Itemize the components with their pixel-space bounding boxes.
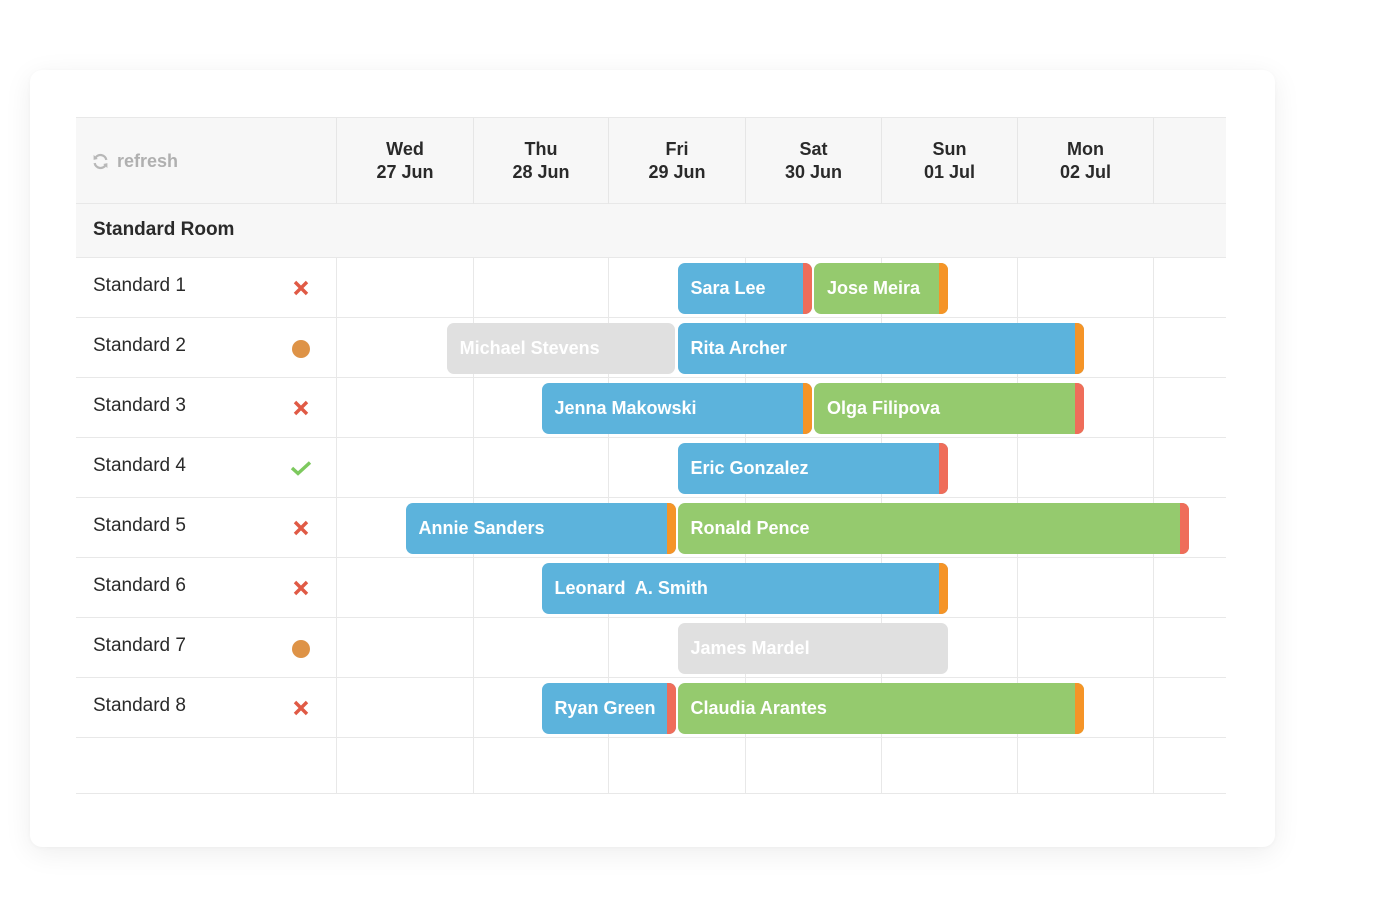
dot-icon[interactable] bbox=[290, 337, 312, 359]
room-row: Standard 4 bbox=[76, 438, 1226, 498]
day-column-header: Thu 28 Jun bbox=[473, 118, 608, 204]
cross-icon[interactable] bbox=[290, 397, 312, 419]
payment-status-marker bbox=[803, 263, 812, 314]
guest-name: Ryan Green bbox=[554, 698, 656, 718]
cross-icon[interactable] bbox=[290, 697, 312, 719]
booking-event[interactable]: Michael Stevens bbox=[446, 323, 676, 374]
day-column-header: Wed 27 Jun bbox=[336, 118, 473, 204]
booking-event[interactable]: Rita Archer bbox=[677, 323, 1084, 374]
day-date: 28 Jun bbox=[512, 162, 570, 182]
booking-event[interactable]: Olga Filipova bbox=[814, 383, 1084, 434]
payment-status-marker bbox=[666, 503, 676, 554]
payment-status-marker bbox=[1075, 383, 1084, 434]
day-of-week: Thu bbox=[524, 139, 558, 159]
room-group-name: Standard Room bbox=[93, 219, 235, 240]
day-column-header: Sat 30 Jun bbox=[745, 118, 881, 204]
day-date: 01 Jul bbox=[923, 162, 976, 182]
booking-event[interactable]: Jose Meira bbox=[814, 263, 948, 314]
cross-icon[interactable] bbox=[290, 577, 312, 599]
guest-name: Sara Lee bbox=[690, 278, 766, 298]
payment-status-marker bbox=[939, 443, 948, 494]
guest-name: Annie Sanders bbox=[418, 518, 545, 538]
room-name[interactable]: Standard 8 bbox=[93, 695, 186, 717]
refresh-label: refresh bbox=[117, 151, 179, 171]
guest-name: Ronald Pence bbox=[690, 518, 810, 538]
guest-name: Rita Archer bbox=[690, 338, 787, 358]
cross-icon[interactable] bbox=[290, 277, 312, 299]
room-name[interactable]: Standard 3 bbox=[93, 395, 186, 417]
booking-event[interactable]: Claudia Arantes bbox=[677, 683, 1084, 734]
day-date: 27 Jun bbox=[376, 162, 434, 182]
day-column-header: Mon 02 Jul bbox=[1017, 118, 1153, 204]
payment-status-marker bbox=[939, 563, 948, 614]
room-name[interactable]: Standard 4 bbox=[93, 455, 186, 477]
guest-name: Michael Stevens bbox=[459, 338, 600, 358]
payment-status-marker bbox=[1179, 503, 1189, 554]
room-row: Standard 7 bbox=[76, 618, 1226, 678]
booking-event[interactable]: Annie Sanders bbox=[405, 503, 676, 554]
guest-name: Eric Gonzalez bbox=[690, 458, 809, 478]
grid-line bbox=[336, 258, 337, 794]
day-column-header bbox=[1153, 118, 1226, 204]
booking-event[interactable]: Jenna Makowski bbox=[541, 383, 812, 434]
day-date: 29 Jun bbox=[648, 162, 706, 182]
timeline-header: refresh Wed 27 Jun Thu 28 Jun Fri 29 Jun Sat 30… bbox=[76, 117, 1226, 204]
room-name[interactable]: Standard 6 bbox=[93, 575, 186, 597]
room-row: Standard 1 bbox=[76, 258, 1226, 318]
day-column-header: Sun 01 Jul bbox=[881, 118, 1017, 204]
guest-name: Olga Filipova bbox=[827, 398, 941, 418]
day-of-week: Wed bbox=[386, 139, 424, 159]
guest-name: Claudia Arantes bbox=[690, 698, 827, 718]
refresh-icon bbox=[93, 153, 108, 170]
payment-status-marker bbox=[939, 263, 948, 314]
check-icon[interactable] bbox=[290, 457, 312, 479]
room-name[interactable]: Standard 7 bbox=[93, 635, 186, 657]
payment-status-marker bbox=[1075, 323, 1084, 374]
room-name[interactable]: Standard 5 bbox=[93, 515, 186, 537]
cross-icon[interactable] bbox=[290, 517, 312, 539]
guest-name: Jose Meira bbox=[827, 278, 921, 298]
day-date: 30 Jun bbox=[784, 162, 843, 182]
booking-event[interactable]: James Mardel bbox=[677, 623, 948, 674]
empty-row bbox=[76, 738, 1226, 794]
day-of-week: Fri bbox=[665, 139, 689, 159]
day-of-week: Sat bbox=[799, 139, 828, 159]
dot-icon[interactable] bbox=[290, 637, 312, 659]
guest-name: Jenna Makowski bbox=[554, 398, 697, 418]
booking-event[interactable]: Sara Lee bbox=[677, 263, 812, 314]
room-group-header[interactable]: Standard Room bbox=[76, 204, 1226, 258]
booking-event[interactable]: Ryan Green bbox=[541, 683, 676, 734]
payment-status-marker bbox=[803, 383, 812, 434]
booking-event[interactable]: Eric Gonzalez bbox=[677, 443, 948, 494]
booking-event[interactable]: Leonard A. Smith bbox=[541, 563, 948, 614]
day-of-week: Sun bbox=[932, 139, 967, 159]
day-date: 02 Jul bbox=[1059, 162, 1112, 182]
refresh-button[interactable]: refresh bbox=[92, 151, 178, 172]
day-column-header: Fri 29 Jun bbox=[608, 118, 745, 204]
day-of-week: Mon bbox=[1067, 139, 1104, 159]
room-name[interactable]: Standard 1 bbox=[93, 275, 186, 297]
booking-event[interactable]: Ronald Pence bbox=[677, 503, 1189, 554]
guest-name: James Mardel bbox=[690, 638, 810, 658]
guest-name: Leonard A. Smith bbox=[554, 578, 708, 598]
payment-status-marker bbox=[1075, 683, 1084, 734]
payment-status-marker bbox=[666, 683, 676, 734]
room-scheduler: refresh Wed 27 Jun Thu 28 Jun Fri 29 Jun Sat 30… bbox=[76, 117, 1226, 794]
room-name[interactable]: Standard 2 bbox=[93, 335, 186, 357]
